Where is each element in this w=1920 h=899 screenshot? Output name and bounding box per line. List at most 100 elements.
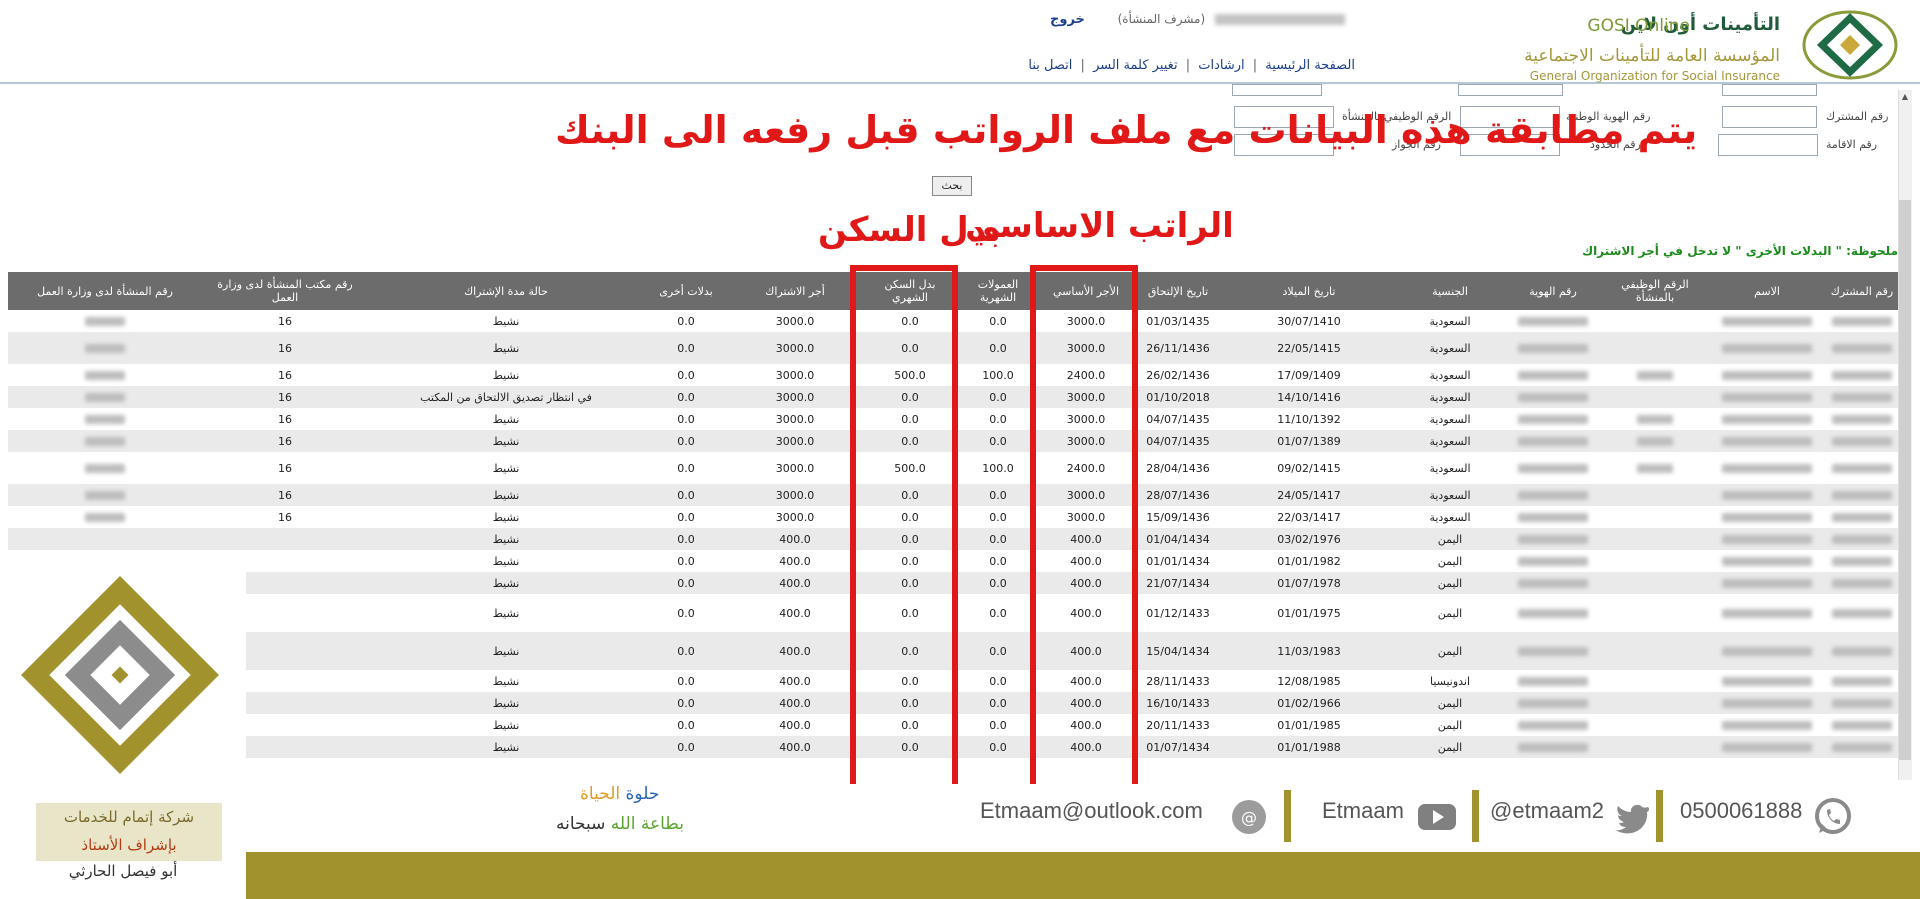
td-status: نشيط [492, 434, 520, 448]
supervision-label: بإشراف الأستاذ [81, 836, 177, 854]
td-commission: 0.0 [989, 606, 1007, 620]
top-nav: الصفحة الرئيسية | ارشادات | تغيير كلمة ا… [1028, 58, 1355, 73]
th-emp-no[interactable]: الرقم الوظيفي بالمنشأة [1602, 272, 1708, 310]
redacted-value [1722, 556, 1812, 566]
td-join-date: 04/07/1435 [1146, 412, 1210, 426]
partial-input[interactable] [1232, 84, 1322, 96]
td-id-no [1504, 386, 1602, 408]
redacted-value [1832, 742, 1892, 752]
scroll-thumb[interactable] [1899, 200, 1911, 760]
partial-input[interactable] [1722, 84, 1817, 96]
td-birth-date: 03/02/1976 [1277, 532, 1341, 546]
redacted-value [1832, 392, 1892, 402]
td-join-date: 21/07/1434 [1146, 576, 1210, 590]
td-join-date: 20/11/1433 [1146, 718, 1210, 732]
td-id-no [1504, 736, 1602, 758]
td-birth-date: 01/01/1988 [1277, 740, 1341, 754]
td-emp-no [1602, 332, 1708, 364]
nav-home[interactable]: الصفحة الرئيسية [1265, 58, 1355, 73]
iqama-no-input[interactable] [1718, 134, 1818, 156]
th-sub-no[interactable]: رقم المشترك [1826, 272, 1898, 310]
td-commission: 100.0 [982, 461, 1014, 475]
td-name [1708, 632, 1826, 670]
redacted-value [1518, 556, 1588, 566]
td-join-date: 01/01/1434 [1146, 554, 1210, 568]
youtube-handle[interactable]: Etmaam [1322, 798, 1404, 824]
td-nationality: السعودية [1429, 341, 1471, 355]
redacted-value [1518, 698, 1588, 708]
td-sub-wage: 400.0 [779, 606, 811, 620]
nav-change-password[interactable]: تغيير كلمة السر [1093, 58, 1178, 73]
td-sub-wage: 3000.0 [775, 510, 815, 524]
td-emp-no [1602, 386, 1708, 408]
td-labor-no [8, 484, 202, 506]
th-labor-office[interactable]: رقم مكتب المنشأة لدى وزارة العمل [202, 272, 368, 310]
th-id-no[interactable]: رقم الهوية [1504, 272, 1602, 310]
td-status: نشيط [492, 606, 520, 620]
brand-en: GOSI Online [1587, 16, 1690, 36]
td-name [1708, 484, 1826, 506]
td-id-no [1504, 452, 1602, 484]
td-sub-no [1826, 632, 1898, 670]
td-join-date: 01/04/1434 [1146, 532, 1210, 546]
redacted-value [1518, 578, 1588, 588]
redacted-value [1722, 343, 1812, 353]
redacted-value [1722, 608, 1812, 618]
td-status: نشيط [492, 644, 520, 658]
th-sub-wage[interactable]: أجر الاشتراك [728, 272, 862, 310]
th-labor-no[interactable]: رقم المنشأة لدى وزارة العمل [8, 272, 202, 310]
th-other[interactable]: بدلات أخرى [644, 272, 728, 310]
redacted-value [1832, 436, 1892, 446]
td-sub-no [1826, 670, 1898, 692]
td-name [1708, 594, 1826, 632]
td-labor-no [8, 364, 202, 386]
th-nationality[interactable]: الجنسية [1396, 272, 1504, 310]
scroll-up-icon[interactable]: ▲ [1899, 92, 1911, 104]
nav-contact[interactable]: اتصل بنا [1028, 58, 1072, 73]
divider [1656, 790, 1663, 842]
td-nationality: اليمن [1437, 696, 1463, 710]
whatsapp-number[interactable]: 0500061888 [1680, 798, 1802, 824]
td-labor-office: 16 [278, 461, 292, 475]
redacted-value [1832, 646, 1892, 656]
twitter-handle[interactable]: @etmaam2 [1490, 798, 1604, 824]
td-join-date: 15/09/1436 [1146, 510, 1210, 524]
td-sub-wage: 400.0 [779, 696, 811, 710]
th-join-date[interactable]: تاريخ الإلتحاق [1134, 272, 1222, 310]
annotation-housing: بدل السكن [818, 210, 1002, 250]
td-other: 0.0 [677, 461, 695, 475]
th-status[interactable]: حالة مدة الإشتراك [368, 272, 644, 310]
td-sub-no [1826, 364, 1898, 386]
td-nationality: السعودية [1429, 412, 1471, 426]
td-commission: 0.0 [989, 341, 1007, 355]
page-scrollbar[interactable]: ▲ [1898, 90, 1912, 780]
td-id-no [1504, 484, 1602, 506]
th-commission[interactable]: العمولات الشهرية [958, 272, 1038, 310]
td-emp-no [1602, 736, 1708, 758]
td-labor-no [8, 332, 202, 364]
contact-email[interactable]: Etmaam@outlook.com [980, 798, 1203, 824]
td-nationality: اليمن [1437, 740, 1463, 754]
redacted-value [1518, 414, 1588, 424]
td-status: نشيط [492, 554, 520, 568]
td-status: نشيط [492, 488, 520, 502]
nav-guidance[interactable]: ارشادات [1198, 58, 1244, 73]
td-sub-wage: 3000.0 [775, 341, 815, 355]
td-sub-wage: 3000.0 [775, 461, 815, 475]
logout-link[interactable]: خروج [1050, 12, 1085, 27]
redacted-value [1832, 534, 1892, 544]
td-nationality: السعودية [1429, 390, 1471, 404]
th-birth-date[interactable]: تاريخ الميلاد [1222, 272, 1396, 310]
th-name[interactable]: الاسم [1708, 272, 1826, 310]
redacted-value [85, 512, 125, 522]
search-button[interactable]: بحث [932, 176, 972, 196]
td-sub-wage: 3000.0 [775, 390, 815, 404]
redacted-value [85, 343, 125, 353]
partial-input[interactable] [1458, 84, 1563, 96]
td-other: 0.0 [677, 488, 695, 502]
td-birth-date: 01/01/1982 [1277, 554, 1341, 568]
td-other: 0.0 [677, 412, 695, 426]
redacted-value [1518, 343, 1588, 353]
redacted-value [1722, 646, 1812, 656]
subscriber-no-input[interactable] [1722, 106, 1817, 128]
